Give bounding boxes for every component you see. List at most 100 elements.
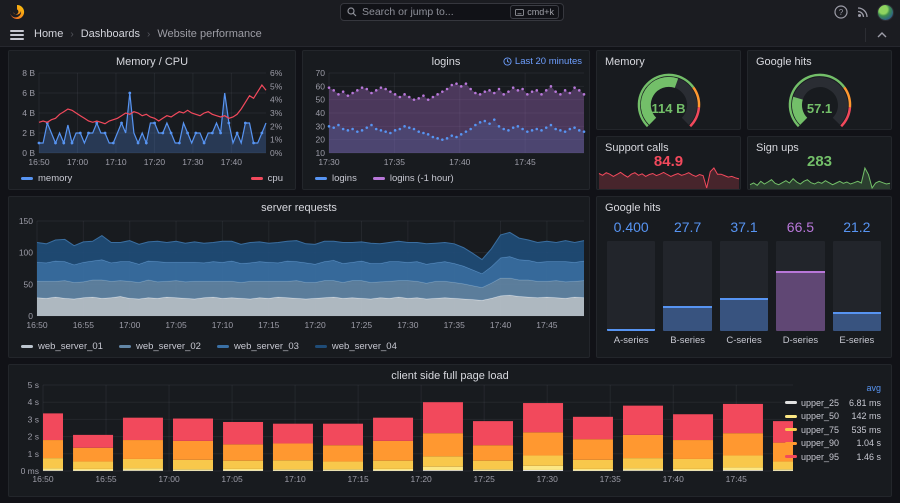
svg-text:40: 40 bbox=[316, 108, 326, 118]
svg-text:1 s: 1 s bbox=[28, 449, 39, 459]
panel-server-requests: server requests 0 50 100 150 16:50 16:55 17:00… bbox=[8, 196, 590, 358]
bar-fill bbox=[607, 329, 656, 331]
legend-item-upper-90[interactable]: upper_90 1.04 s bbox=[785, 437, 881, 451]
breadcrumb-current: Website performance bbox=[157, 28, 262, 40]
server-requests-chart[interactable]: 05010015016:50 16:55 17:00 17:05 17:10 17:15 1… bbox=[9, 197, 589, 357]
bar-label: E-series bbox=[839, 335, 875, 346]
legend-item-upper-95[interactable]: upper_95 1.46 s bbox=[785, 450, 881, 464]
stat-value: 84.9 bbox=[653, 153, 684, 170]
legend-item-upper-50[interactable]: upper_50 142 ms bbox=[785, 410, 881, 424]
svg-text:17:20: 17:20 bbox=[411, 474, 433, 484]
chevron-up-icon[interactable] bbox=[876, 30, 888, 40]
svg-text:17:00: 17:00 bbox=[158, 474, 180, 484]
svg-text:17:00: 17:00 bbox=[67, 157, 89, 167]
svg-text:16:55: 16:55 bbox=[95, 474, 117, 484]
breadcrumb-home[interactable]: Home bbox=[34, 28, 63, 40]
svg-text:70: 70 bbox=[316, 68, 326, 78]
svg-text:17:25: 17:25 bbox=[351, 320, 373, 330]
divider bbox=[865, 28, 866, 42]
svg-text:17:30: 17:30 bbox=[397, 320, 419, 330]
bar-value: 27.7 bbox=[673, 219, 702, 235]
svg-text:17:45: 17:45 bbox=[726, 474, 748, 484]
svg-text:5%: 5% bbox=[270, 81, 283, 91]
chart-legend: logins logins (-1 hour) bbox=[315, 173, 454, 184]
bar-fill bbox=[776, 271, 825, 331]
svg-text:2 B: 2 B bbox=[22, 128, 35, 138]
chart-legend-table: avg upper_25 6.81 ms upper_50 142 ms upper… bbox=[785, 383, 881, 464]
svg-text:17:30: 17:30 bbox=[537, 474, 559, 484]
panel-google-hits-bars: Google hits 0.400 A-series 27.7 B-series… bbox=[596, 196, 892, 358]
legend-item-logins[interactable]: logins bbox=[315, 173, 357, 184]
bar-label: C-series bbox=[726, 335, 762, 346]
bar-fill bbox=[832, 311, 882, 331]
svg-text:2 s: 2 s bbox=[28, 432, 39, 442]
memory-cpu-chart[interactable]: 0 B2 B4 B6 B8 B0%1%2%3%4%5%6%16:50 17:00 1… bbox=[9, 51, 295, 189]
legend-item-upper-75[interactable]: upper_75 535 ms bbox=[785, 423, 881, 437]
bar-fill bbox=[663, 306, 712, 331]
panel-page-load: client side full page load 0 ms 1 s2 s3 s… bbox=[8, 364, 892, 497]
dashboard-grid: Memory / CPU 0 B2 B4 B6 B8 B 0% 1% 2% 3% 4% 5%… bbox=[0, 46, 900, 503]
top-nav: Search or jump to... cmd+k ? bbox=[0, 0, 900, 24]
svg-text:0%: 0% bbox=[270, 148, 283, 158]
svg-text:2%: 2% bbox=[270, 121, 283, 131]
bar-fill bbox=[719, 297, 769, 331]
svg-text:16:50: 16:50 bbox=[28, 157, 50, 167]
legend-item-logins-1h[interactable]: logins (-1 hour) bbox=[372, 173, 454, 184]
legend-item-web-server-04[interactable]: web_server_04 bbox=[314, 341, 397, 352]
grafana-logo[interactable] bbox=[9, 4, 25, 20]
panel-support-calls: Support calls 84.9 bbox=[596, 136, 741, 190]
svg-text:17:00: 17:00 bbox=[119, 320, 141, 330]
panel-title[interactable]: Google hits bbox=[605, 202, 661, 214]
legend-item-web-server-01[interactable]: web_server_01 bbox=[21, 341, 103, 352]
legend-item-memory[interactable]: memory bbox=[21, 173, 72, 184]
svg-text:4%: 4% bbox=[270, 95, 283, 105]
svg-text:17:30: 17:30 bbox=[318, 157, 340, 167]
svg-text:30: 30 bbox=[316, 121, 326, 131]
help-icon[interactable]: ? bbox=[834, 5, 848, 19]
svg-text:17:05: 17:05 bbox=[165, 320, 187, 330]
bar-gauge-column[interactable]: 21.2 E-series bbox=[832, 219, 882, 349]
svg-text:50: 50 bbox=[316, 95, 326, 105]
svg-text:17:15: 17:15 bbox=[258, 320, 280, 330]
stat-value: 283 bbox=[806, 153, 833, 170]
legend-item-web-server-03[interactable]: web_server_03 bbox=[216, 341, 299, 352]
google-hits-gauge[interactable] bbox=[748, 51, 891, 129]
svg-text:16:50: 16:50 bbox=[26, 320, 48, 330]
svg-text:3%: 3% bbox=[270, 108, 283, 118]
bar-track bbox=[776, 241, 825, 331]
news-icon[interactable] bbox=[856, 5, 870, 19]
legend-item-web-server-02[interactable]: web_server_02 bbox=[118, 341, 201, 352]
chart-legend: web_server_01 web_server_02 web_server_0… bbox=[21, 341, 397, 352]
bar-gauge-column[interactable]: 66.5 D-series bbox=[776, 219, 825, 349]
search-input[interactable]: Search or jump to... cmd+k bbox=[340, 3, 564, 21]
breadcrumb-separator: › bbox=[147, 28, 151, 40]
breadcrumb-dashboards[interactable]: Dashboards bbox=[81, 28, 140, 40]
user-avatar[interactable] bbox=[877, 4, 894, 21]
bar-gauge-column[interactable]: 37.1 C-series bbox=[719, 219, 769, 349]
svg-text:17:40: 17:40 bbox=[490, 320, 512, 330]
svg-text:17:35: 17:35 bbox=[444, 320, 466, 330]
bar-gauge-column[interactable]: 27.7 B-series bbox=[663, 219, 712, 349]
bar-track bbox=[607, 241, 656, 331]
menu-icon[interactable] bbox=[10, 30, 24, 40]
svg-text:150: 150 bbox=[19, 216, 33, 226]
svg-text:17:15: 17:15 bbox=[347, 474, 369, 484]
panel-logins: logins Last 20 minutes 10 20 30 40 50 60 70 17:… bbox=[302, 50, 590, 190]
bar-gauge-column[interactable]: 0.400 A-series bbox=[607, 219, 656, 349]
legend-item-upper-25[interactable]: upper_25 6.81 ms bbox=[785, 396, 881, 410]
svg-text:6 B: 6 B bbox=[22, 88, 35, 98]
bar-label: D-series bbox=[782, 335, 819, 346]
memory-gauge[interactable] bbox=[597, 51, 740, 129]
svg-text:6%: 6% bbox=[270, 68, 283, 78]
bar-label: A-series bbox=[613, 335, 649, 346]
page-load-chart[interactable]: 0 ms1 s2 s3 s4 s5 s16:50 16:55 17:00 17:05 1… bbox=[9, 365, 891, 496]
bar-value: 0.400 bbox=[613, 219, 649, 235]
logins-chart[interactable]: 1020304050607017:30 17:35 17:40 17:45 bbox=[303, 51, 589, 189]
bar-value: 66.5 bbox=[786, 219, 815, 235]
legend-item-cpu[interactable]: cpu bbox=[250, 173, 283, 184]
search-placeholder: Search or jump to... bbox=[362, 6, 454, 18]
legend-avg-header[interactable]: avg bbox=[785, 383, 881, 396]
gauge-value: 57.1 bbox=[806, 101, 833, 116]
svg-text:17:45: 17:45 bbox=[536, 320, 558, 330]
bar-track bbox=[663, 241, 712, 331]
